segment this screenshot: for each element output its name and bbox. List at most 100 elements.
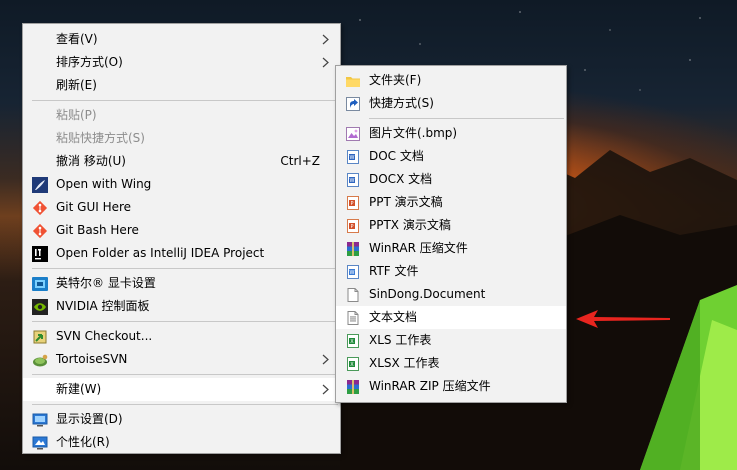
menu-item-nvidia-control-panel[interactable]: NVIDIA 控制面板 xyxy=(23,295,340,318)
menu-separator xyxy=(32,321,338,322)
new-item-folder[interactable]: 文件夹(F) xyxy=(336,69,566,92)
excel-xls-icon: X xyxy=(347,334,359,348)
personalize-icon xyxy=(32,436,48,450)
new-item-shortcut[interactable]: 快捷方式(S) xyxy=(336,92,566,115)
menu-separator xyxy=(32,268,338,269)
menu-item-label: 撤消 移动(U) xyxy=(56,154,126,168)
chevron-right-icon xyxy=(322,57,329,68)
menu-item-label: WinRAR 压缩文件 xyxy=(369,241,468,255)
menu-item-git-bash[interactable]: Git Bash Here xyxy=(23,219,340,242)
excel-xlsx-icon: X xyxy=(347,357,359,371)
menu-item-tortoisesvn[interactable]: TortoiseSVN xyxy=(23,348,340,371)
winrar-zip-icon xyxy=(347,380,359,394)
red-arrow-annotation-icon xyxy=(576,310,670,328)
new-item-ppt[interactable]: P PPT 演示文稿 xyxy=(336,191,566,214)
menu-item-label: WinRAR ZIP 压缩文件 xyxy=(369,379,491,393)
menu-item-label: TortoiseSVN xyxy=(56,352,128,366)
menu-item-label: RTF 文件 xyxy=(369,264,419,278)
word-docx-icon: W xyxy=(347,173,359,187)
menu-item-shortcut: Ctrl+Z xyxy=(280,154,320,168)
menu-item-label: Open with Wing xyxy=(56,177,152,191)
menu-separator xyxy=(32,374,338,375)
menu-item-refresh[interactable]: 刷新(E) xyxy=(23,74,340,97)
menu-item-label: DOCX 文档 xyxy=(369,172,433,186)
menu-separator xyxy=(32,100,338,101)
svg-text:P: P xyxy=(350,224,353,230)
menu-item-label: SinDong.Document xyxy=(369,287,486,301)
menu-item-label: 粘贴(P) xyxy=(56,108,97,122)
menu-item-undo-move[interactable]: 撤消 移动(U) Ctrl+Z xyxy=(23,150,340,173)
menu-item-label: Open Folder as IntelliJ IDEA Project xyxy=(56,246,265,260)
new-item-sindong-document[interactable]: SinDong.Document xyxy=(336,283,566,306)
new-item-xlsx[interactable]: X XLSX 工作表 xyxy=(336,352,566,375)
menu-item-label: XLS 工作表 xyxy=(369,333,432,347)
svg-text:W: W xyxy=(350,178,355,184)
chevron-right-icon xyxy=(322,384,329,395)
text-document-icon xyxy=(347,311,359,325)
menu-item-new[interactable]: 新建(W) xyxy=(23,378,340,401)
menu-item-paste[interactable]: 粘贴(P) xyxy=(23,104,340,127)
menu-item-label: 个性化(R) xyxy=(56,435,110,449)
menu-item-label: NVIDIA 控制面板 xyxy=(56,299,150,313)
powerpoint-ppt-icon: P xyxy=(347,196,359,210)
new-submenu: 文件夹(F) 快捷方式(S) 图片文件(.bmp) W DOC 文档 W DOC… xyxy=(335,65,567,403)
menu-item-label: 文件夹(F) xyxy=(369,73,422,87)
menu-item-label: 快捷方式(S) xyxy=(369,96,434,110)
menu-item-label: 刷新(E) xyxy=(56,78,97,92)
menu-item-display-settings[interactable]: 显示设置(D) xyxy=(23,408,340,431)
new-item-rtf[interactable]: W RTF 文件 xyxy=(336,260,566,283)
menu-item-label: PPTX 演示文稿 xyxy=(369,218,451,232)
shortcut-icon xyxy=(346,97,360,111)
menu-separator xyxy=(369,118,564,119)
menu-item-label: XLSX 工作表 xyxy=(369,356,440,370)
new-item-doc[interactable]: W DOC 文档 xyxy=(336,145,566,168)
rtf-document-icon: W xyxy=(347,265,359,279)
menu-item-label: 图片文件(.bmp) xyxy=(369,126,458,140)
menu-item-label: 文本文档 xyxy=(369,310,418,324)
menu-item-label: 英特尔® 显卡设置 xyxy=(56,276,156,290)
chevron-right-icon xyxy=(322,34,329,45)
blank-document-icon xyxy=(347,288,359,302)
menu-item-label: PPT 演示文稿 xyxy=(369,195,443,209)
display-settings-icon xyxy=(32,413,48,427)
folder-icon xyxy=(346,77,360,87)
new-item-docx[interactable]: W DOCX 文档 xyxy=(336,168,566,191)
new-item-winrar[interactable]: WinRAR 压缩文件 xyxy=(336,237,566,260)
new-item-winrar-zip[interactable]: WinRAR ZIP 压缩文件 xyxy=(336,375,566,398)
menu-item-paste-shortcut[interactable]: 粘贴快捷方式(S) xyxy=(23,127,340,150)
menu-item-open-with-wing[interactable]: Open with Wing xyxy=(23,173,340,196)
new-item-pptx[interactable]: P PPTX 演示文稿 xyxy=(336,214,566,237)
menu-separator xyxy=(32,404,338,405)
menu-item-svn-checkout[interactable]: SVN Checkout... xyxy=(23,325,340,348)
intel-graphics-icon xyxy=(32,277,48,291)
menu-item-label: 粘贴快捷方式(S) xyxy=(56,131,145,145)
svg-text:X: X xyxy=(350,339,354,345)
chevron-right-icon xyxy=(322,354,329,365)
menu-item-sort-by[interactable]: 排序方式(O) xyxy=(23,51,340,74)
menu-item-intel-graphics[interactable]: 英特尔® 显卡设置 xyxy=(23,272,340,295)
menu-item-view[interactable]: 查看(V) xyxy=(23,28,340,51)
new-item-bitmap-image[interactable]: 图片文件(.bmp) xyxy=(336,122,566,145)
svg-text:W: W xyxy=(350,270,355,276)
menu-item-label: DOC 文档 xyxy=(369,149,424,163)
new-item-xls[interactable]: X XLS 工作表 xyxy=(336,329,566,352)
menu-item-open-intellij[interactable]: Open Folder as IntelliJ IDEA Project xyxy=(23,242,340,265)
menu-item-label: SVN Checkout... xyxy=(56,329,153,343)
menu-item-personalize[interactable]: 个性化(R) xyxy=(23,431,340,454)
svg-text:X: X xyxy=(350,362,354,368)
tortoisesvn-icon xyxy=(33,354,48,367)
new-item-text-document[interactable]: 文本文档 xyxy=(336,306,566,329)
menu-item-label: 新建(W) xyxy=(56,382,102,396)
bitmap-image-icon xyxy=(346,127,360,141)
menu-item-label: 排序方式(O) xyxy=(56,55,123,69)
intellij-idea-icon xyxy=(32,246,48,262)
winrar-archive-icon xyxy=(347,242,359,256)
menu-item-label: 查看(V) xyxy=(56,32,98,46)
menu-item-git-gui[interactable]: Git GUI Here xyxy=(23,196,340,219)
powerpoint-pptx-icon: P xyxy=(347,219,359,233)
menu-item-label: Git Bash Here xyxy=(56,223,139,237)
menu-item-label: Git GUI Here xyxy=(56,200,132,214)
svg-text:P: P xyxy=(350,201,353,207)
menu-item-label: 显示设置(D) xyxy=(56,412,123,426)
git-icon xyxy=(32,200,48,216)
